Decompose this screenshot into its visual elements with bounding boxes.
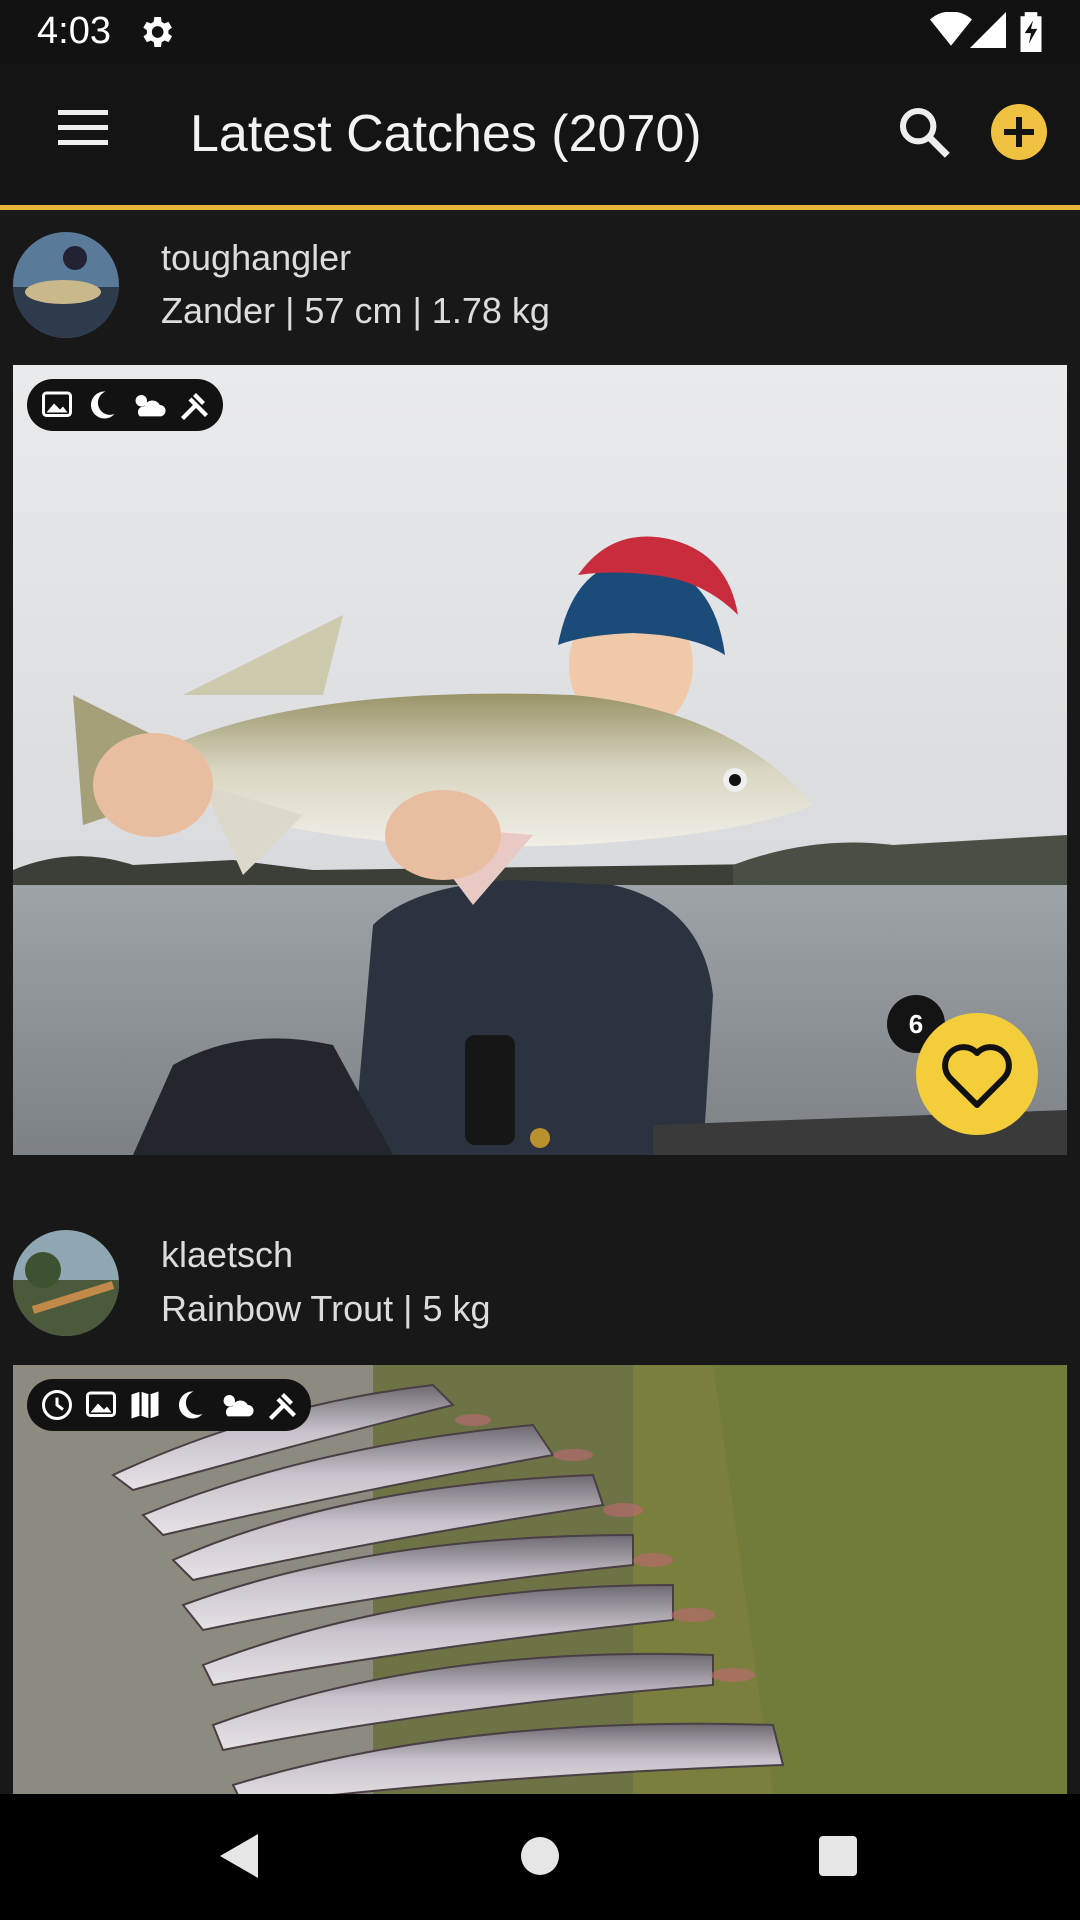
menu-icon[interactable] — [58, 108, 108, 148]
page-title: Latest Catches (2070) — [190, 105, 702, 163]
home-icon[interactable] — [520, 1832, 560, 1880]
like-button[interactable] — [916, 1013, 1038, 1135]
image-icon — [86, 1391, 116, 1417]
back-icon[interactable] — [216, 1832, 260, 1880]
moon-icon — [178, 1391, 203, 1419]
clock-icon — [42, 1390, 72, 1420]
catch-details: Zander | 57 cm | 1.78 kg — [161, 290, 550, 331]
signal-icon — [970, 12, 1006, 48]
add-catch-button[interactable] — [991, 104, 1047, 160]
catch-card[interactable]: toughangler Zander | 57 cm | 1.78 kg 6 — [0, 215, 1080, 1210]
catch-info-badges — [27, 1379, 311, 1431]
catch-info-badges — [27, 379, 223, 431]
gear-icon — [143, 17, 172, 47]
tools-icon — [269, 1393, 296, 1420]
username[interactable]: klaetsch — [161, 1234, 293, 1276]
app-bar: Latest Catches (2070) — [0, 64, 1080, 210]
wifi-icon — [930, 12, 972, 46]
image-icon — [42, 391, 72, 417]
weather-icon — [223, 1395, 254, 1417]
heart-icon — [942, 1044, 1012, 1108]
add-icon — [1004, 117, 1034, 147]
avatar[interactable] — [13, 1230, 119, 1336]
catch-photo[interactable] — [13, 1365, 1067, 1794]
avatar[interactable] — [13, 232, 119, 338]
catch-photo[interactable]: 6 — [13, 365, 1067, 1155]
catch-details: Rainbow Trout | 5 kg — [161, 1288, 491, 1329]
moon-icon — [90, 391, 115, 419]
catch-card[interactable]: klaetsch Rainbow Trout | 5 kg — [0, 1210, 1080, 1794]
status-bar: 4:03 — [0, 0, 1080, 64]
status-time: 4:03 — [37, 10, 111, 52]
card-header: klaetsch Rainbow Trout | 5 kg — [0, 1210, 1080, 1356]
weather-icon — [135, 395, 166, 417]
search-icon[interactable] — [896, 104, 952, 160]
recents-icon[interactable] — [817, 1832, 859, 1880]
card-header: toughangler Zander | 57 cm | 1.78 kg — [0, 215, 1080, 361]
username[interactable]: toughangler — [161, 237, 351, 279]
tools-icon — [181, 393, 208, 420]
battery-icon — [1020, 12, 1042, 52]
map-icon — [131, 1391, 159, 1419]
navigation-bar — [0, 1794, 1080, 1920]
